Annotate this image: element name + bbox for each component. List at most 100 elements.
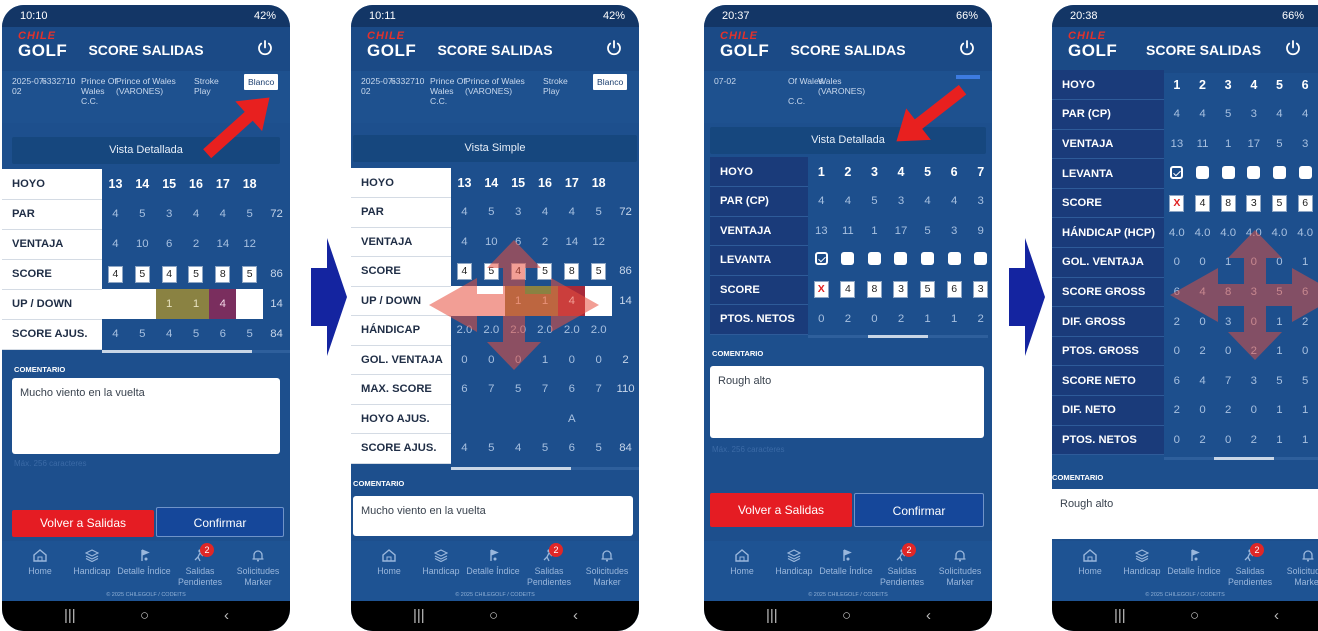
score-box[interactable]: X bbox=[1169, 194, 1185, 212]
nav-item-golfer[interactable]: 2 Salidas Pendientes bbox=[519, 543, 579, 588]
levanta-toggle[interactable] bbox=[1190, 159, 1216, 189]
score-box[interactable]: 8 bbox=[866, 281, 882, 299]
score-box[interactable]: 8 bbox=[215, 265, 231, 283]
nav-item-golfer[interactable]: 2 Salidas Pendientes bbox=[872, 543, 932, 588]
score-input[interactable]: 5 bbox=[183, 259, 210, 289]
levanta-toggle[interactable] bbox=[967, 246, 992, 276]
confirm-button[interactable]: Confirmar bbox=[156, 507, 284, 537]
checkbox-icon[interactable] bbox=[974, 252, 988, 266]
score-input[interactable]: 8 bbox=[1215, 188, 1241, 218]
nav-item-home[interactable]: Home bbox=[10, 549, 70, 577]
nav-item-golfer[interactable]: 2 Salidas Pendientes bbox=[170, 543, 230, 588]
checkbox-icon[interactable] bbox=[921, 252, 935, 266]
home-circle-icon[interactable]: ○ bbox=[1190, 607, 1199, 624]
nav-item-golf-flag[interactable]: Detalle Índice bbox=[114, 549, 174, 577]
tee-selector[interactable]: Blanco bbox=[593, 74, 628, 90]
score-box[interactable]: 6 bbox=[1297, 194, 1313, 212]
score-input[interactable]: 4 bbox=[102, 259, 129, 289]
vista-simple-button[interactable]: Vista Simple bbox=[353, 135, 637, 162]
back-to-salidas-button[interactable]: Volver a Salidas bbox=[710, 493, 852, 527]
checkbox-icon[interactable] bbox=[841, 252, 855, 266]
score-box[interactable]: 5 bbox=[242, 265, 258, 283]
score-box[interactable]: X bbox=[813, 281, 829, 299]
power-icon[interactable] bbox=[958, 39, 976, 57]
checkbox-icon[interactable] bbox=[814, 252, 828, 266]
levanta-toggle[interactable] bbox=[808, 246, 835, 276]
score-box[interactable]: 8 bbox=[1220, 194, 1236, 212]
recent-apps-icon[interactable]: ||| bbox=[64, 607, 76, 624]
score-box[interactable]: 5 bbox=[1271, 194, 1287, 212]
recent-apps-icon[interactable]: ||| bbox=[766, 607, 778, 624]
levanta-toggle[interactable] bbox=[1292, 159, 1318, 189]
checkbox-icon[interactable] bbox=[947, 252, 961, 266]
comment-input[interactable]: Rough alto bbox=[1052, 489, 1318, 539]
score-box[interactable]: 5 bbox=[134, 265, 150, 283]
table-scrollbar[interactable] bbox=[102, 350, 290, 353]
vista-detallada-button[interactable]: Vista Detallada bbox=[710, 127, 986, 154]
table-scrollbar[interactable] bbox=[1164, 457, 1318, 460]
checkbox-icon[interactable] bbox=[1272, 165, 1286, 179]
score-input[interactable]: X bbox=[1164, 188, 1190, 218]
nav-item-golfer[interactable]: 2 Salidas Pendientes bbox=[1220, 543, 1280, 588]
nav-item-home[interactable]: Home bbox=[359, 549, 419, 577]
comment-input[interactable]: Rough alto bbox=[710, 366, 984, 438]
score-input[interactable]: 3 bbox=[1241, 188, 1267, 218]
power-icon[interactable] bbox=[1284, 39, 1302, 57]
home-circle-icon[interactable]: ○ bbox=[842, 607, 851, 624]
levanta-toggle[interactable] bbox=[1267, 159, 1293, 189]
score-input[interactable]: 5 bbox=[914, 275, 941, 305]
back-icon[interactable]: ‹ bbox=[224, 607, 229, 624]
score-box[interactable]: 3 bbox=[1246, 194, 1262, 212]
levanta-toggle[interactable] bbox=[861, 246, 888, 276]
scroll-thumb[interactable] bbox=[1214, 457, 1274, 460]
checkbox-icon[interactable] bbox=[1196, 165, 1209, 179]
score-box[interactable]: 6 bbox=[946, 281, 962, 299]
checkbox-icon[interactable] bbox=[1247, 165, 1261, 179]
back-icon[interactable]: ‹ bbox=[926, 607, 931, 624]
score-box[interactable]: 4 bbox=[107, 265, 123, 283]
score-input[interactable]: X bbox=[808, 275, 835, 305]
score-box[interactable]: 5 bbox=[920, 281, 936, 299]
score-box[interactable]: 5 bbox=[188, 265, 204, 283]
back-icon[interactable]: ‹ bbox=[1274, 607, 1279, 624]
nav-item-bell[interactable]: Solicitudes Marker bbox=[228, 549, 288, 588]
table-scrollbar[interactable] bbox=[451, 467, 639, 470]
nav-item-layers[interactable]: Handicap bbox=[411, 549, 471, 577]
levanta-toggle[interactable] bbox=[1164, 159, 1190, 189]
nav-item-golf-flag[interactable]: Detalle Índice bbox=[1164, 549, 1224, 577]
back-icon[interactable]: ‹ bbox=[573, 607, 578, 624]
score-input[interactable]: 4 bbox=[1190, 188, 1216, 218]
comment-input[interactable]: Mucho viento en la vuelta bbox=[12, 378, 280, 454]
levanta-toggle[interactable] bbox=[1215, 159, 1241, 189]
score-input[interactable]: 3 bbox=[967, 275, 992, 305]
score-input[interactable]: 8 bbox=[861, 275, 888, 305]
nav-item-golf-flag[interactable]: Detalle Índice bbox=[816, 549, 876, 577]
score-input[interactable]: 6 bbox=[1292, 188, 1318, 218]
power-icon[interactable] bbox=[256, 39, 274, 57]
scroll-thumb[interactable] bbox=[868, 335, 928, 338]
back-to-salidas-button[interactable]: Volver a Salidas bbox=[12, 510, 154, 537]
score-box[interactable]: 4 bbox=[840, 281, 856, 299]
score-input[interactable]: 8 bbox=[209, 259, 236, 289]
checkbox-icon[interactable] bbox=[1221, 165, 1235, 179]
score-input[interactable]: 4 bbox=[156, 259, 183, 289]
nav-item-home[interactable]: Home bbox=[1060, 549, 1120, 577]
checkbox-icon[interactable] bbox=[1298, 165, 1312, 179]
score-input[interactable]: 5 bbox=[129, 259, 156, 289]
scroll-thumb[interactable] bbox=[102, 350, 252, 353]
nav-item-bell[interactable]: Solicitudes Marker bbox=[1278, 549, 1318, 588]
score-box[interactable]: 3 bbox=[893, 281, 909, 299]
nav-item-layers[interactable]: Handicap bbox=[764, 549, 824, 577]
comment-input[interactable]: Mucho viento en la vuelta bbox=[353, 496, 633, 536]
nav-item-home[interactable]: Home bbox=[712, 549, 772, 577]
confirm-button[interactable]: Confirmar bbox=[854, 493, 984, 527]
levanta-toggle[interactable] bbox=[914, 246, 941, 276]
nav-item-bell[interactable]: Solicitudes Marker bbox=[577, 549, 637, 588]
levanta-toggle[interactable] bbox=[941, 246, 968, 276]
score-input[interactable]: 6 bbox=[941, 275, 968, 305]
score-input[interactable]: 5 bbox=[236, 259, 263, 289]
levanta-toggle[interactable] bbox=[1241, 159, 1267, 189]
score-box[interactable]: 3 bbox=[973, 281, 989, 299]
score-input[interactable]: 4 bbox=[835, 275, 862, 305]
score-box[interactable]: 4 bbox=[161, 265, 177, 283]
